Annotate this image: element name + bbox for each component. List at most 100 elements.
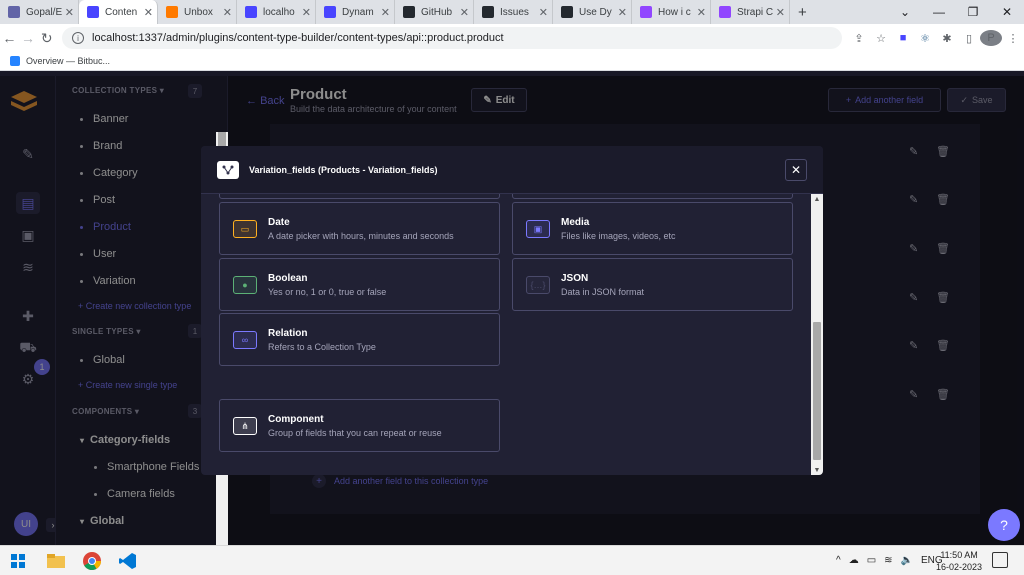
system-tray: ^ ☁ ▭ ≋ 🔈 ENG [836,555,943,566]
tab-close-icon[interactable]: ✕ [776,6,785,19]
calendar-icon: ▭ [233,220,257,238]
browser-tab[interactable]: Gopal/E ✕ [0,0,79,24]
tab-close-icon[interactable]: ✕ [65,6,74,19]
puzzle-icon[interactable]: ✱ [936,32,958,45]
tab-label: Conten [105,6,138,18]
tab-favicon-icon [166,6,178,18]
field-type-name: Date [268,217,290,228]
field-type-list: ▭ Date A date picker with hours, minutes a… [201,194,811,475]
field-type-name: JSON [561,273,589,284]
bookmark-overview[interactable]: Overview — Bitbuc... [26,56,110,66]
field-type-description: A date picker with hours, minutes and se… [268,231,454,241]
tab-favicon-icon [482,6,494,18]
field-type-name: Relation [268,328,308,339]
menu-icon[interactable]: ⋮ [1002,32,1024,45]
volume-icon[interactable]: 🔈 [901,555,913,566]
window-controls: ⌄ — ❐ ✕ [888,0,1024,24]
field-type-option-partial[interactable] [219,194,500,199]
field-type-name: Media [561,217,590,228]
tab-favicon-icon [324,6,336,18]
tab-search-icon[interactable]: ⌄ [888,5,922,19]
file-explorer-icon[interactable] [46,552,66,570]
browser-tab[interactable]: Issues ✕ [474,0,553,24]
chrome-icon[interactable] [82,552,102,570]
field-type-description: Refers to a Collection Type [268,342,376,352]
tab-label: GitHub [421,6,453,18]
tab-label: Unbox [184,6,213,18]
browser-tab[interactable]: How i c ✕ [632,0,711,24]
modal-scrollbar[interactable]: ▲ ▼ [811,194,823,475]
reload-icon[interactable]: ↻ [37,30,56,47]
modal-title: Variation_fields (Products - Variation_f… [249,165,438,175]
tab-label: Dynam [342,6,374,18]
component-icon [217,161,239,179]
field-type-option-component[interactable]: ⋔ Component Group of fields that you can r… [219,399,500,452]
restore-button[interactable]: ❐ [956,5,990,19]
minimize-button[interactable]: — [922,5,956,19]
network-icon[interactable]: ▭ [867,555,876,566]
forward-arrow-icon[interactable]: → [19,30,38,46]
share-icon[interactable]: ⇪ [848,32,870,45]
field-type-description: Yes or no, 1 or 0, true or false [268,287,387,297]
react-devtools-icon[interactable]: ⚛ [914,32,936,45]
tab-favicon-icon [403,6,415,18]
tab-favicon-icon [561,6,573,18]
tab-close-icon[interactable]: ✕ [460,6,469,19]
field-type-option-relation[interactable]: ∞ Relation Refers to a Collection Type [219,313,500,366]
browser-tab[interactable]: Conten ✕ [79,0,158,24]
field-type-name: Component [268,414,324,425]
tab-label: localho [263,6,295,18]
field-type-option-json[interactable]: {…} JSON Data in JSON format [512,258,793,311]
modal-header: Variation_fields (Products - Variation_f… [201,146,823,194]
browser-tab[interactable]: Use Dy ✕ [553,0,632,24]
field-type-option-partial[interactable] [512,194,793,199]
tab-favicon-icon [8,6,20,18]
scroll-up-arrow-icon[interactable]: ▲ [811,194,823,204]
star-icon[interactable]: ☆ [870,32,892,45]
chevron-up-icon[interactable]: ^ [836,555,841,566]
vscode-icon[interactable] [118,552,138,570]
field-type-option-date[interactable]: ▭ Date A date picker with hours, minutes a… [219,202,500,255]
tab-label: Issues [500,6,529,18]
tab-close-icon[interactable]: ✕ [539,6,548,19]
extension-icon[interactable]: ■ [892,32,914,44]
bitbucket-icon [10,56,20,66]
cloud-icon[interactable]: ☁ [849,555,859,566]
address-bar: ← → ↻ i localhost:1337/admin/plugins/con… [0,24,1024,52]
tab-close-icon[interactable]: ✕ [223,6,232,19]
browser-tab[interactable]: Strapi C ✕ [711,0,790,24]
browser-tab[interactable]: GitHub ✕ [395,0,474,24]
field-type-option-media[interactable]: ▣ Media Files like images, videos, etc [512,202,793,255]
tab-close-icon[interactable]: ✕ [697,6,706,19]
site-info-icon[interactable]: i [72,32,85,44]
wifi-icon[interactable]: ≋ [884,555,892,566]
modal-scroll-thumb[interactable] [813,322,821,460]
tab-close-icon[interactable]: ✕ [144,6,153,19]
clock[interactable]: 11:50 AM 16-02-2023 [936,549,982,573]
profile-avatar[interactable]: P [980,30,1003,46]
close-modal-button[interactable]: ✕ [785,159,807,181]
browser-tab[interactable]: Unbox ✕ [158,0,237,24]
windows-start-icon[interactable] [8,552,28,570]
url-field[interactable]: i localhost:1337/admin/plugins/content-t… [62,27,843,49]
scroll-down-arrow-icon[interactable]: ▼ [811,465,823,475]
sidepanel-icon[interactable]: ▯ [958,32,980,45]
tab-favicon-icon [87,6,99,18]
browser-tab[interactable]: localho ✕ [237,0,316,24]
tab-close-icon[interactable]: ✕ [618,6,627,19]
clock-time: 11:50 AM [940,550,978,560]
new-tab-button[interactable]: + [798,4,807,21]
tab-label: Strapi C [737,6,774,18]
close-window-button[interactable]: ✕ [990,5,1024,19]
tab-favicon-icon [719,6,731,18]
back-arrow-icon[interactable]: ← [0,30,19,46]
tab-close-icon[interactable]: ✕ [381,6,390,19]
tab-label: How i c [658,6,691,18]
notifications-icon[interactable] [992,552,1008,568]
browser-tab[interactable]: Dynam ✕ [316,0,395,24]
field-type-option-boolean[interactable]: ● Boolean Yes or no, 1 or 0, true or false [219,258,500,311]
tab-close-icon[interactable]: ✕ [302,6,311,19]
json-icon: {…} [526,276,550,294]
help-button[interactable]: ? [988,509,1020,541]
windows-taskbar: ^ ☁ ▭ ≋ 🔈 ENG 11:50 AM 16-02-2023 [0,545,1024,575]
